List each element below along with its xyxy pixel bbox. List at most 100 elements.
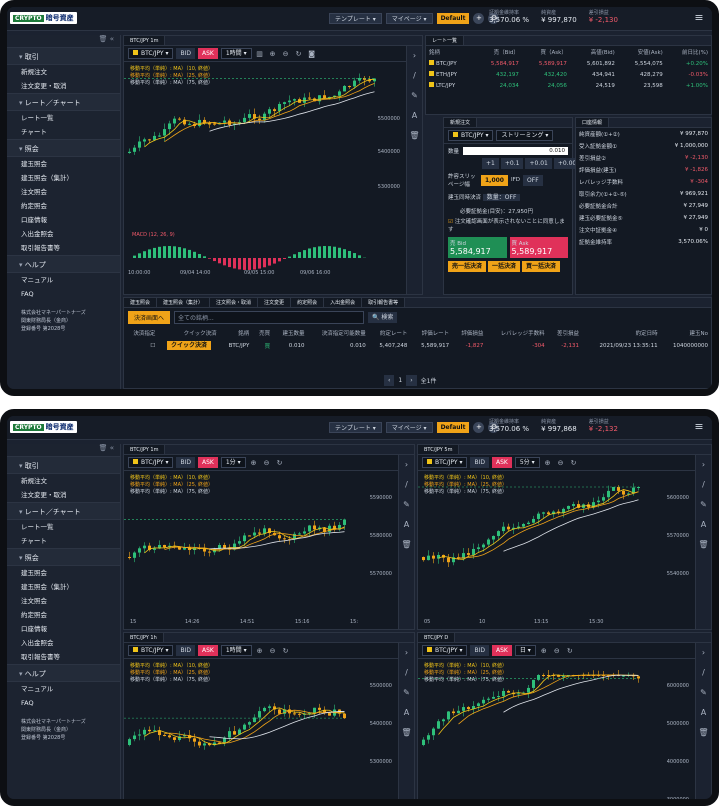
- quantity-input[interactable]: 0.010: [463, 147, 568, 155]
- tab-position-2[interactable]: 注文照会・取消: [210, 298, 259, 307]
- trash-icon[interactable]: 🗑: [99, 35, 108, 43]
- interval-select[interactable]: 5分 ▾: [514, 457, 540, 468]
- trash-icon[interactable]: 🗑: [407, 126, 422, 146]
- select-checkbox[interactable]: ☐: [150, 343, 155, 349]
- mypage-dropdown[interactable]: マイページ ▾: [385, 12, 433, 24]
- zoom-out-icon[interactable]: ⊖: [268, 646, 278, 656]
- pair-select[interactable]: BTC/JPY ▾: [128, 48, 174, 59]
- sidebar-section-rate[interactable]: レート／チャート: [7, 502, 120, 520]
- sidebar-item-report[interactable]: 取引報告書等: [7, 650, 120, 664]
- interval-select[interactable]: 1時間 ▾: [220, 645, 252, 656]
- ask-toggle[interactable]: ASK: [492, 457, 512, 468]
- ask-toggle[interactable]: ASK: [198, 48, 218, 59]
- trash-icon[interactable]: 🗑: [399, 535, 414, 555]
- pen-tool-icon[interactable]: ✎: [407, 86, 422, 106]
- expand-icon[interactable]: ›: [407, 46, 422, 66]
- sidebar-item-account[interactable]: 口座情報: [7, 213, 120, 227]
- sidebar-item-chart[interactable]: チャート: [7, 534, 120, 548]
- text-tool-icon[interactable]: A: [399, 703, 414, 723]
- next-page-icon[interactable]: ›: [406, 375, 417, 386]
- sidebar-item-report[interactable]: 取引報告書等: [7, 241, 120, 255]
- zoom-in-icon[interactable]: ⊕: [539, 646, 549, 656]
- reset-icon[interactable]: ↻: [569, 458, 579, 468]
- step-button[interactable]: +1: [482, 158, 499, 169]
- camera-icon[interactable]: ◙: [307, 49, 317, 59]
- interval-select[interactable]: 日 ▾: [514, 645, 536, 656]
- reset-icon[interactable]: ↻: [565, 646, 575, 656]
- zoom-in-icon[interactable]: ⊕: [543, 458, 553, 468]
- settle-screen-button[interactable]: 決済画面へ: [128, 311, 171, 324]
- sidebar-item-order-change[interactable]: 注文変更・取消: [7, 79, 120, 93]
- sidebar-item-manual[interactable]: マニュアル: [7, 273, 120, 287]
- search-button[interactable]: 🔍 検索: [368, 312, 398, 323]
- zoom-out-icon[interactable]: ⊖: [556, 458, 566, 468]
- add-layout-icon[interactable]: +: [473, 12, 485, 24]
- pair-select[interactable]: BTC/JPY ▾: [128, 457, 174, 468]
- trash-icon[interactable]: 🗑: [696, 535, 711, 555]
- trash-icon[interactable]: 🗑: [696, 723, 711, 743]
- interval-select[interactable]: 1時間 ▾: [220, 48, 252, 59]
- tab-chart[interactable]: BTC/JPY D: [418, 633, 456, 642]
- tab-position-4[interactable]: 約定照会: [291, 298, 325, 307]
- line-tool-icon[interactable]: /: [696, 663, 711, 683]
- tab-rate-list[interactable]: レート一覧: [426, 36, 465, 45]
- chart-type-icon[interactable]: ▥: [255, 49, 265, 59]
- expand-icon[interactable]: ›: [399, 455, 414, 475]
- prev-page-icon[interactable]: ‹: [384, 375, 395, 386]
- buy-settle-button[interactable]: 買一括決済: [522, 261, 561, 272]
- bid-toggle[interactable]: BID: [470, 457, 489, 468]
- tab-position-6[interactable]: 取引報告書等: [362, 298, 406, 307]
- sidebar-item-rate-list[interactable]: レート一覧: [7, 520, 120, 534]
- add-layout-icon[interactable]: +: [473, 421, 485, 433]
- slippage-input[interactable]: 1,000: [481, 174, 508, 186]
- sell-settle-button[interactable]: 売一括決済: [448, 261, 487, 272]
- search-input[interactable]: 全ての銘柄...: [174, 311, 365, 324]
- tab-chart[interactable]: BTC/JPY 5m: [418, 445, 460, 454]
- quick-settle-button[interactable]: クイック決済: [166, 341, 211, 350]
- order-mode-select[interactable]: ストリーミング ▾: [496, 130, 554, 141]
- sidebar-section-trade[interactable]: 取引: [7, 47, 120, 65]
- sidebar-item-order-inquiry[interactable]: 注文照会: [7, 185, 120, 199]
- sidebar-item-deposit[interactable]: 入出金照会: [7, 636, 120, 650]
- confirm-checkbox[interactable]: ☑ 注文確認画面が表示されないことに同意します: [448, 217, 568, 233]
- tab-chart[interactable]: BTC/JPY 1m: [124, 36, 166, 45]
- settle-all-button[interactable]: 一括決済: [488, 261, 521, 272]
- bid-toggle[interactable]: BID: [176, 645, 195, 656]
- zoom-out-icon[interactable]: ⊖: [552, 646, 562, 656]
- sidebar-item-execution[interactable]: 約定照会: [7, 608, 120, 622]
- line-tool-icon[interactable]: /: [399, 475, 414, 495]
- expand-icon[interactable]: ›: [696, 455, 711, 475]
- sidebar-section-inquiry[interactable]: 照会: [7, 548, 120, 566]
- line-tool-icon[interactable]: /: [696, 475, 711, 495]
- sell-button[interactable]: 売 Bid 5,584,917: [448, 237, 507, 258]
- buy-button[interactable]: 買 Ask 5,589,917: [509, 237, 568, 258]
- sidebar-item-account[interactable]: 口座情報: [7, 622, 120, 636]
- sidebar-item-position[interactable]: 建玉照会: [7, 566, 120, 580]
- ask-toggle[interactable]: ASK: [198, 457, 218, 468]
- bid-toggle[interactable]: BID: [176, 48, 195, 59]
- tab-new-order[interactable]: 新規注文: [444, 118, 478, 127]
- reset-icon[interactable]: ↻: [275, 458, 285, 468]
- sidebar-item-execution[interactable]: 約定照会: [7, 199, 120, 213]
- pair-select[interactable]: BTC/JPY ▾: [422, 457, 468, 468]
- text-tool-icon[interactable]: A: [399, 515, 414, 535]
- sidebar-item-deposit[interactable]: 入出金照会: [7, 227, 120, 241]
- sidebar-item-new-order[interactable]: 新規注文: [7, 474, 120, 488]
- reset-icon[interactable]: ↻: [294, 49, 304, 59]
- order-pair-select[interactable]: BTC/JPY ▾: [448, 130, 494, 141]
- candlestick-chart[interactable]: [124, 63, 406, 287]
- pair-select[interactable]: BTC/JPY ▾: [422, 645, 468, 656]
- sidebar-section-inquiry[interactable]: 照会: [7, 139, 120, 157]
- hamburger-menu-icon[interactable]: ≡: [692, 12, 706, 24]
- tab-account[interactable]: 口座情報: [576, 118, 610, 127]
- sidebar-item-order-inquiry[interactable]: 注文照会: [7, 594, 120, 608]
- template-dropdown[interactable]: テンプレート ▾: [329, 12, 382, 24]
- tab-position-0[interactable]: 建玉照会: [124, 298, 158, 307]
- text-tool-icon[interactable]: A: [696, 515, 711, 535]
- bid-toggle[interactable]: BID: [470, 645, 489, 656]
- bid-toggle[interactable]: BID: [176, 457, 195, 468]
- ask-toggle[interactable]: ASK: [492, 645, 512, 656]
- step-button[interactable]: +0.01: [525, 158, 552, 169]
- expand-icon[interactable]: ›: [399, 643, 414, 663]
- tab-position-1[interactable]: 建玉照会（集計）: [157, 298, 211, 307]
